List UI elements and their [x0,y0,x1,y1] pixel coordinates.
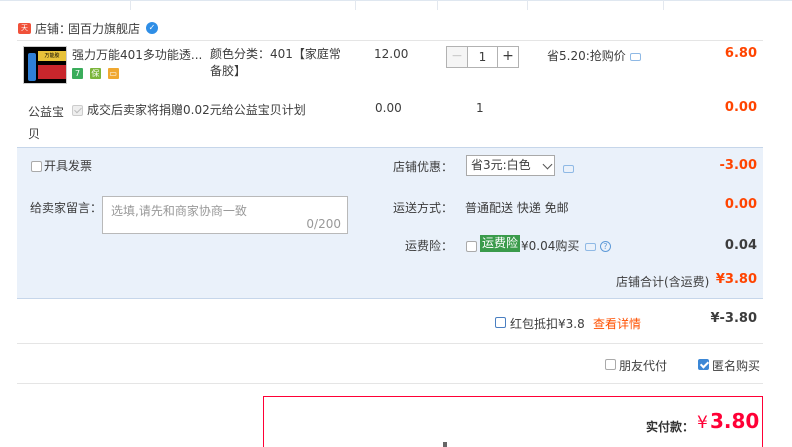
hongbao-check-icon [495,317,506,328]
memo-placeholder: 选填,请先和商家协商一致 [111,204,247,218]
quantity-input[interactable]: 1 [468,47,497,67]
discount-amount: -3.00 [719,158,757,173]
friend-pay-checkbox[interactable] [605,357,616,371]
promo-tip-icon[interactable] [629,52,641,61]
charity-check-icon [72,105,83,116]
discount-select[interactable]: 省3元:白色 [466,155,555,176]
shop-name-link[interactable]: 固百力旗舰店 [68,20,140,37]
shop-total-label: 店铺合计(含运费) [616,275,710,289]
friend-pay-check-icon [605,359,616,370]
memo-label: 给卖家留言： [30,201,103,215]
item-subtotal: 6.80 [724,46,757,61]
payment-total: 3.80 [710,409,760,433]
tmall-badge-icon: 天猫 [18,23,31,43]
column-divider [130,0,131,10]
memo-char-count: 0/200 [306,217,341,231]
shop-total-value: ¥3.80 [715,272,757,287]
shop-divider [17,40,763,41]
invoice-label[interactable]: 开具发票 [44,157,92,174]
guarantee-icon[interactable]: 保 [89,68,101,79]
charity-text: 成交后卖家将捐赠0.02元给公益宝贝计划 [87,103,306,117]
insurance-help: ? [585,239,611,253]
invoice-check-icon [31,161,42,172]
service-icons: 7 保 ▭ [72,68,122,81]
shipping-amount: 0.00 [724,197,757,212]
insurance-label: 运费险： [405,239,454,253]
increase-quantity-button[interactable]: + [497,47,518,67]
unit-price: 12.00 [374,47,409,61]
shop-label: 店铺： [35,22,72,36]
comment-icon [563,164,574,173]
charity-checkbox [72,103,83,117]
column-divider [355,0,356,10]
wangwang-chat-icon[interactable]: ✓ [146,22,158,34]
hongbao-checkbox[interactable] [495,315,506,329]
mouse-cursor [443,442,447,447]
shipping-value: 普通配送 快递 免邮 [465,201,569,215]
hongbao-details-link[interactable]: 查看详情 [593,315,641,332]
thumbnail-text: 万能胶 [38,51,66,61]
column-divider [663,0,664,10]
insurance-tag: 运费险 [480,235,521,252]
payment-label: 实付款： [646,420,695,434]
product-thumbnail[interactable]: 万能胶 [23,46,67,84]
help-icon[interactable]: ? [599,241,611,252]
thumbnail-banner [38,65,66,79]
product-title-link[interactable]: 强力万能401多功能透... [72,46,204,63]
charity-price: 0.00 [375,101,402,115]
charity-quantity: 1 [476,101,484,115]
comment-icon[interactable] [585,242,596,251]
discount-selected-value: 省3元:白色 [471,158,531,172]
anonymous-label[interactable]: 匿名购买 [712,357,760,374]
discount-label: 店铺优惠： [393,160,454,174]
insurance-check-icon [466,241,477,252]
sku-info: 颜色分类：401【家庭常备胶】 [210,47,341,78]
anonymous-check-icon [698,359,709,370]
insurance-amount: 0.04 [724,238,757,253]
invoice-checkbox[interactable] [31,159,42,173]
promo-text: 省5.20:抢购价 [547,49,626,63]
decrease-quantity-button[interactable]: − [447,47,468,67]
shipping-label: 运送方式： [393,201,454,215]
insurance-checkbox[interactable] [466,239,477,253]
payment-currency: ¥ [697,413,708,433]
charity-label: 公益宝贝 [28,105,65,141]
friend-pay-label[interactable]: 朋友代付 [619,357,667,374]
column-divider [527,0,528,10]
discount-tip[interactable] [559,161,574,175]
hongbao-text: 红包抵扣¥3.8 [510,317,585,331]
insurance-price: ¥0.04购买 [521,239,580,253]
column-divider [437,0,438,10]
quantity-stepper: − 1 + [446,46,519,68]
credit-card-icon[interactable]: ▭ [107,68,119,79]
bottle-graphic [28,53,36,81]
anonymous-checkbox[interactable] [698,357,709,371]
hongbao-divider [17,343,763,344]
charity-subtotal: 0.00 [724,100,757,115]
chevron-down-icon [542,159,553,170]
seven-day-return-icon[interactable]: 7 [72,68,83,79]
promo-info: 省5.20:抢购价 [547,47,641,64]
seller-memo-textarea[interactable]: 选填,请先和商家协商一致 0/200 [102,196,348,234]
hongbao-value: ¥-3.80 [710,311,757,326]
options-divider [17,383,763,384]
top-divider [0,0,792,1]
